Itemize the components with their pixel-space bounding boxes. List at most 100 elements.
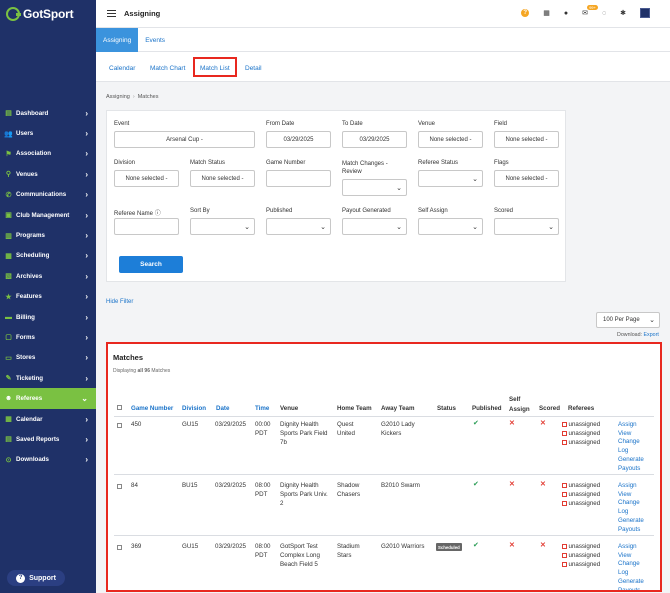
venue-select[interactable]: None selected - xyxy=(418,131,483,148)
forms-icon: ▢ xyxy=(5,334,12,342)
per-page-select[interactable]: 100 Per Page ⌄ xyxy=(596,312,660,328)
action-view-link[interactable]: View xyxy=(618,430,644,439)
tab-events[interactable]: Events xyxy=(138,28,172,52)
sidebar-item-programs[interactable]: ▥ Programs › xyxy=(0,225,96,245)
chevron-right-icon: › xyxy=(85,108,88,118)
self-assign-select[interactable]: ⌄ xyxy=(418,218,483,235)
chevron-right-icon: › xyxy=(85,414,88,424)
row-checkbox[interactable] xyxy=(117,545,122,550)
col-referees: Referees xyxy=(568,405,595,412)
sidebar-item-venues[interactable]: ⚲ Venues › xyxy=(0,164,96,184)
action-generate-link[interactable]: Generate xyxy=(618,456,644,465)
sidebar-item-downloads[interactable]: ⊙ Downloads › xyxy=(0,450,96,470)
user-icon[interactable]: ● xyxy=(564,10,568,17)
matches-panel: Matches Displaying all 96 Matches Game N… xyxy=(106,342,662,592)
action-log-link[interactable]: Log xyxy=(618,447,644,456)
chat-icon[interactable]: ◌ xyxy=(602,10,606,17)
sidebar-item-scheduling[interactable]: ▦ Scheduling › xyxy=(0,246,96,266)
match-status-filter: Match Status None selected - xyxy=(190,160,255,187)
select-all-checkbox[interactable] xyxy=(117,405,122,410)
grid-icon[interactable]: ▦ xyxy=(543,9,550,17)
match-changes-select[interactable]: ⌄ xyxy=(342,179,407,196)
flags-select[interactable]: None selected - xyxy=(494,170,559,187)
to-date-input[interactable]: 03/29/2025 xyxy=(342,131,407,148)
sidebar-item-ticketing[interactable]: ✎ Ticketing › xyxy=(0,368,96,388)
col-date[interactable]: Date xyxy=(216,405,229,412)
col-published: Published xyxy=(472,405,502,412)
unassigned-icon xyxy=(562,544,567,549)
game-number-input[interactable] xyxy=(266,170,331,187)
payout-generated-filter: Payout Generated ⌄ xyxy=(342,208,407,235)
chevron-right-icon: › xyxy=(85,210,88,220)
col-division[interactable]: Division xyxy=(182,405,206,412)
sidebar-item-association[interactable]: ⚑ Association › xyxy=(0,144,96,164)
sidebar-item-club-management[interactable]: ▣ Club Management › xyxy=(0,205,96,225)
chevron-right-icon: › xyxy=(85,373,88,383)
scored-select[interactable]: ⌄ xyxy=(494,218,559,235)
action-generate-link[interactable]: Generate xyxy=(618,517,644,526)
programs-icon: ▥ xyxy=(5,232,12,240)
action-assign-link[interactable]: Assign xyxy=(618,421,644,430)
event-select[interactable]: Arsenal Cup - xyxy=(114,131,255,148)
hamburger-menu-icon[interactable] xyxy=(107,9,116,19)
sidebar-item-users[interactable]: 👥 Users › xyxy=(0,123,96,143)
help-icon[interactable]: ? xyxy=(521,9,530,17)
chevron-right-icon: › xyxy=(85,129,88,139)
col-game-number[interactable]: Game Number xyxy=(131,405,173,412)
search-button[interactable]: Search xyxy=(119,256,183,273)
action-change-link[interactable]: Change xyxy=(618,499,644,508)
tab-detail[interactable]: Detail xyxy=(245,65,262,72)
gotsport-logo[interactable]: GotSport xyxy=(0,0,96,28)
sort-by-select[interactable]: ⌄ xyxy=(190,218,255,235)
action-change-link[interactable]: Change xyxy=(618,438,644,447)
payout-generated-select[interactable]: ⌄ xyxy=(342,218,407,235)
from-date-input[interactable]: 03/29/2025 xyxy=(266,131,331,148)
qr-code-icon[interactable] xyxy=(640,8,650,18)
support-button[interactable]: ? Support xyxy=(7,570,65,586)
match-status-select[interactable]: None selected - xyxy=(190,170,255,187)
action-payouts-link[interactable]: Payouts xyxy=(618,587,644,590)
unassigned-icon xyxy=(562,422,567,427)
action-view-link[interactable]: View xyxy=(618,552,644,561)
chevron-right-icon: › xyxy=(85,190,88,200)
tab-calendar[interactable]: Calendar xyxy=(109,65,135,72)
action-payouts-link[interactable]: Payouts xyxy=(618,465,644,474)
sidebar-item-saved-reports[interactable]: ▤ Saved Reports › xyxy=(0,429,96,449)
division-select[interactable]: None selected - xyxy=(114,170,179,187)
association-icon: ⚑ xyxy=(5,150,12,158)
sidebar-item-communications[interactable]: ✆ Communications › xyxy=(0,185,96,205)
col-time[interactable]: Time xyxy=(255,405,269,412)
row-checkbox[interactable] xyxy=(117,423,122,428)
row-checkbox[interactable] xyxy=(117,484,122,489)
sidebar-item-dashboard[interactable]: ▤ Dashboard › xyxy=(0,103,96,123)
gear-icon[interactable]: ✱ xyxy=(620,9,626,17)
action-assign-link[interactable]: Assign xyxy=(618,543,644,552)
export-link[interactable]: Export xyxy=(644,332,659,338)
sidebar-item-forms[interactable]: ▢ Forms › xyxy=(0,327,96,347)
action-payouts-link[interactable]: Payouts xyxy=(618,526,644,535)
action-generate-link[interactable]: Generate xyxy=(618,578,644,587)
referee-status-select[interactable]: ⌄ xyxy=(418,170,483,187)
action-log-link[interactable]: Log xyxy=(618,569,644,578)
sidebar-item-billing[interactable]: ▬ Billing › xyxy=(0,307,96,327)
published-select[interactable]: ⌄ xyxy=(266,218,331,235)
sidebar-item-archives[interactable]: ▧ Archives › xyxy=(0,266,96,286)
action-assign-link[interactable]: Assign xyxy=(618,482,644,491)
division: GU15 xyxy=(182,543,199,550)
mail-icon[interactable]: ✉ 99+ xyxy=(582,5,598,17)
referees-list: unassigned unassigned unassigned xyxy=(562,542,600,569)
venue: GotSport Test Complex Long Beach Field 5 xyxy=(280,543,320,568)
referee-name-input[interactable] xyxy=(114,218,179,235)
breadcrumb-assigning[interactable]: Assigning xyxy=(106,94,130,100)
sidebar-item-referees[interactable]: ☻ Referees ⌄ xyxy=(0,388,96,409)
action-change-link[interactable]: Change xyxy=(618,560,644,569)
sidebar-item-features[interactable]: ★ Features › xyxy=(0,287,96,307)
action-log-link[interactable]: Log xyxy=(618,508,644,517)
hide-filter-link[interactable]: Hide Filter xyxy=(106,299,133,305)
tab-assigning[interactable]: Assigning xyxy=(96,28,139,52)
sidebar-item-calendar[interactable]: ▦ Calendar › xyxy=(0,409,96,429)
tab-match-chart[interactable]: Match Chart xyxy=(150,65,185,72)
field-select[interactable]: None selected - xyxy=(494,131,559,148)
sidebar-item-stores[interactable]: ▭ Stores › xyxy=(0,348,96,368)
action-view-link[interactable]: View xyxy=(618,491,644,500)
